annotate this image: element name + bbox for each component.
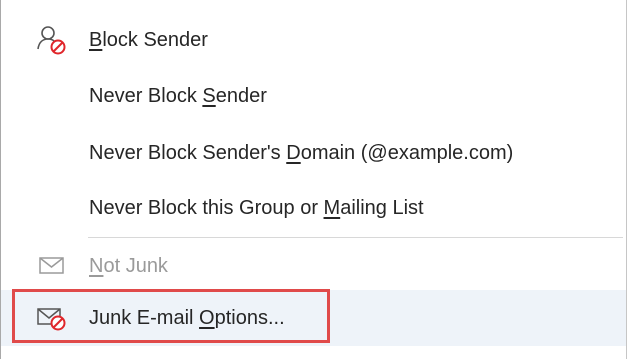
menu-item-label: Never Block this Group or Mailing List <box>89 196 424 219</box>
envelope-block-icon <box>35 301 69 335</box>
envelope-icon <box>35 249 69 283</box>
menu-right-border <box>626 0 627 359</box>
junk-context-menu: Block Sender Never Block Sender Never Bl… <box>0 0 629 359</box>
menu-item-label: Block Sender <box>89 28 208 51</box>
block-person-icon <box>35 23 69 57</box>
menu-item-label: Never Block Sender's Domain (@example.co… <box>89 141 514 164</box>
menu-item-block-sender[interactable]: Block Sender <box>1 12 626 68</box>
menu-item-junk-email-options[interactable]: Junk E-mail Options... <box>1 290 626 346</box>
menu-item-never-block-sender[interactable]: Never Block Sender <box>1 68 626 124</box>
menu-item-never-block-domain[interactable]: Never Block Sender's Domain (@example.co… <box>1 125 626 181</box>
menu-item-never-block-group[interactable]: Never Block this Group or Mailing List <box>1 180 626 236</box>
menu-item-label: Junk E-mail Options... <box>89 306 285 329</box>
menu-item-label: Not Junk <box>89 254 168 277</box>
menu-item-label: Never Block Sender <box>89 84 267 107</box>
menu-item-not-junk[interactable]: Not Junk <box>1 238 626 294</box>
